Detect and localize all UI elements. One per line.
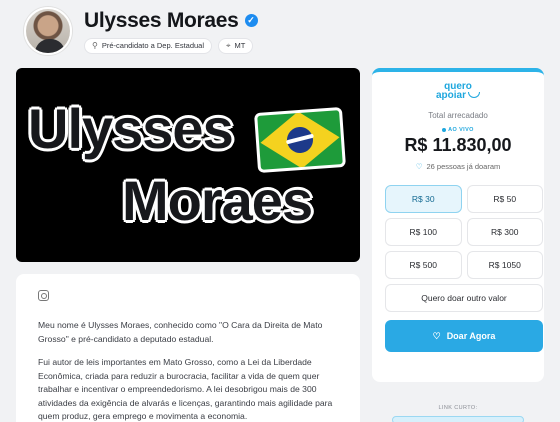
quero-apoiar-logo: quero apoiar [386, 82, 530, 101]
campaign-banner: Ulysses Moraes [16, 68, 360, 262]
donate-now-label: Doar Agora [446, 331, 496, 341]
live-dot-icon [442, 127, 447, 132]
option-100-button[interactable]: R$ 100 [385, 218, 462, 246]
role-tag: ⚲ Pré-candidato a Dep. Estadual [84, 37, 213, 54]
amount-raised: R$ 11.830,00 [404, 135, 512, 155]
donor-count-text: 26 pessoas já doaram [426, 162, 501, 171]
custom-amount-button[interactable]: Quero doar outro valor [385, 284, 543, 312]
location-tag: ⌖ MT [218, 37, 254, 54]
heart-icon: ♡ [415, 162, 423, 171]
verified-badge-icon: ✓ [244, 14, 258, 27]
option-1050-button[interactable]: R$ 1050 [466, 251, 543, 279]
about-paragraph-2: Fui autor de leis importantes em Mato Gr… [38, 357, 333, 421]
option-300-button[interactable]: R$ 300 [466, 218, 543, 246]
person-icon: ⚲ [92, 41, 98, 50]
banner-line-2: Moraes [122, 169, 313, 232]
live-label: AO VIVO [448, 127, 474, 133]
short-link-field[interactable] [392, 416, 524, 422]
instagram-icon[interactable] [38, 290, 49, 301]
heart-icon: ♡ [432, 330, 441, 341]
donation-card: quero apoiar Total arrecadado AO VIVO R$… [372, 68, 544, 382]
option-50-button[interactable]: R$ 50 [466, 185, 543, 213]
option-500-button[interactable]: R$ 500 [385, 251, 462, 279]
logo-bottom-text: apoiar [435, 90, 466, 101]
about-card: Meu nome é Ulysses Moraes, conhecido com… [16, 274, 360, 422]
brazil-flag-icon [254, 107, 346, 173]
profile-header: Ulysses Moraes ✓ ⚲ Pré-candidato a Dep. … [24, 6, 258, 56]
donation-options: R$ 30 R$ 50 R$ 100 R$ 300 R$ 500 R$ 1050… [385, 185, 543, 312]
banner-line-1: Ulysses [28, 97, 234, 160]
donor-count: ♡ 26 pessoas já doaram [386, 162, 530, 171]
live-badge: AO VIVO [386, 127, 530, 133]
avatar [24, 7, 72, 55]
donate-now-button[interactable]: ♡ Doar Agora [385, 320, 543, 352]
location-pin-icon: ⌖ [226, 40, 231, 50]
about-paragraph-1: Meu nome é Ulysses Moraes, conhecido com… [38, 320, 323, 344]
short-link-label: LINK CURTO: [438, 405, 478, 411]
role-text: Pré-candidato a Dep. Estadual [101, 41, 205, 50]
option-30-button[interactable]: R$ 30 [385, 185, 462, 213]
smile-icon [468, 92, 480, 98]
location-text: MT [234, 41, 246, 50]
profile-name: Ulysses Moraes [84, 8, 239, 32]
total-label: Total arrecadado [428, 111, 488, 120]
